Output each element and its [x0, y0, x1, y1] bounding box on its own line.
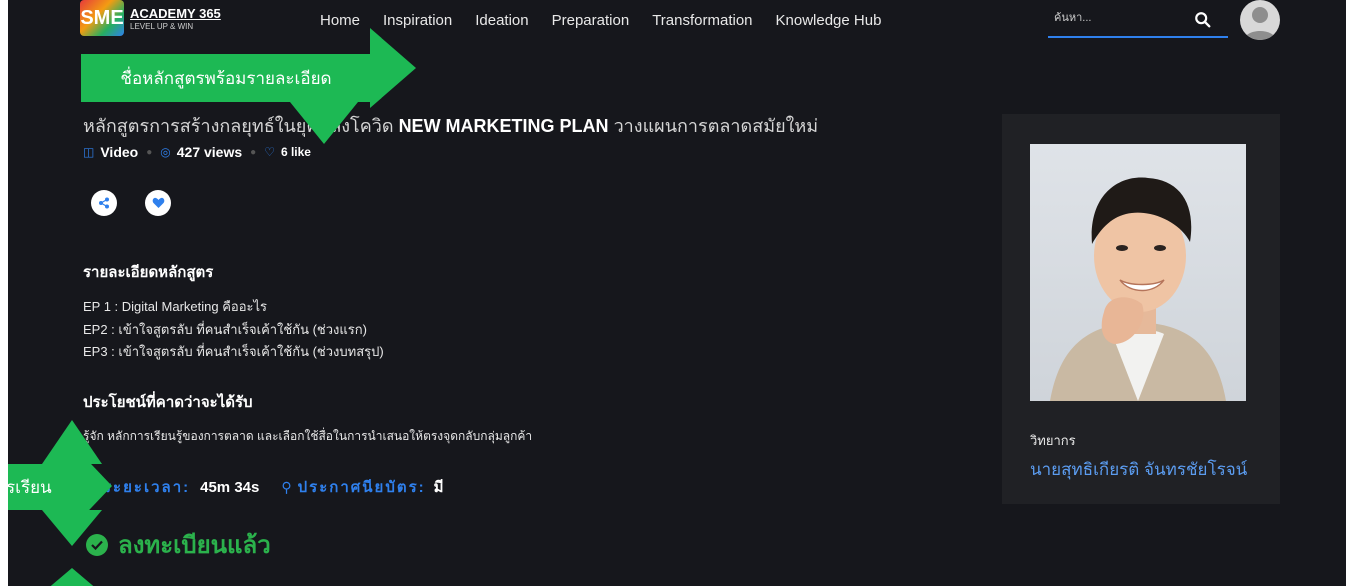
user-avatar[interactable]	[1240, 0, 1280, 40]
eye-icon: ◎	[160, 145, 171, 159]
nav-inspiration[interactable]: Inspiration	[383, 12, 452, 29]
logo[interactable]: SME ACADEMY 365 LEVEL UP & WIN	[80, 0, 240, 40]
meta-separator: ●	[146, 146, 153, 158]
episode-item: EP2 : เข้าใจสูตรลับ ที่คนสำเร็จเค้าใช้กั…	[83, 322, 367, 337]
benefit-text: รู้จัก หลักการเรียนรู้ของการตลาด และเลือ…	[83, 429, 533, 443]
duration-label: ระยะเวลา:	[103, 479, 191, 496]
view-count: 427 views	[176, 144, 243, 160]
arrow-down-icon	[42, 510, 102, 546]
nav-transformation[interactable]: Transformation	[652, 12, 752, 29]
enrolled-status: ลงทะเบียนแล้ว	[86, 525, 271, 564]
course-title-suffix: วางแผนการตลาดสมัยใหม่	[608, 116, 819, 136]
speaker-name[interactable]: นายสุทธิเกียรติ จันทรชัยโรจน์	[1030, 456, 1247, 483]
certificate-label: ประกาศนียบัตร:	[297, 479, 426, 496]
duration-value: 45m 34s	[200, 478, 260, 496]
nav-preparation[interactable]: Preparation	[552, 12, 630, 29]
meta-separator: ●	[250, 146, 257, 158]
course-stats: ระยะเวลา: 45m 34s ⚲ ประกาศนียบัตร: มี	[103, 475, 444, 499]
speaker-card: วิทยากร นายสุทธิเกียรติ จันทรชัยโรจน์	[1002, 114, 1280, 504]
main-nav: Home Inspiration Ideation Preparation Tr…	[320, 12, 904, 29]
details-heading: รายละเอียดหลักสูตร	[83, 264, 214, 281]
benefits-heading: ประโยชน์ที่คาดว่าจะได้รับ	[83, 394, 253, 411]
heart-icon	[152, 197, 164, 208]
favorite-button[interactable]	[145, 190, 171, 216]
episode-item: EP 1 : Digital Marketing คืออะไร	[83, 299, 268, 314]
arrow-down-icon	[290, 102, 358, 144]
arrow-up-icon	[46, 568, 98, 586]
callout-duration-label: รเรียน	[8, 464, 72, 510]
like-count: 6 like	[280, 145, 311, 159]
episode-item: EP3 : เข้าใจสูตรลับ ที่คนสำเร็จเค้าใช้กั…	[83, 344, 384, 359]
search-icon[interactable]	[1194, 10, 1212, 30]
heart-outline-icon: ♡	[264, 145, 275, 159]
logo-title: ACADEMY 365	[130, 6, 221, 21]
search-box	[1048, 8, 1228, 38]
speaker-photo	[1030, 144, 1246, 401]
course-title: หลักสูตรการสร้างกลยุทธ์ในยุคหลังโควิด NE…	[83, 111, 818, 140]
speaker-label: วิทยากร	[1030, 433, 1076, 448]
nav-ideation[interactable]: Ideation	[475, 12, 528, 29]
arrow-right-icon	[370, 28, 416, 108]
film-icon: ◫	[83, 145, 95, 159]
speaker-portrait	[1050, 177, 1226, 401]
search-input[interactable]	[1054, 12, 1194, 24]
page: SME ACADEMY 365 LEVEL UP & WIN Home Insp…	[8, 0, 1346, 586]
user-icon	[1244, 7, 1276, 40]
logo-mark: SME	[80, 0, 124, 36]
share-button[interactable]	[91, 190, 117, 216]
callout-course-name-label: ชื่อหลักสูตรพร้อมรายละเอียด	[81, 54, 371, 102]
course-meta: ◫ Video ● ◎ 427 views ● ♡ 6 like	[83, 144, 311, 160]
course-title-bold: NEW MARKETING PLAN	[398, 116, 609, 136]
nav-knowledge-hub[interactable]: Knowledge Hub	[776, 12, 882, 29]
course-type: Video	[100, 144, 139, 160]
certificate-value: มี	[433, 479, 444, 496]
award-icon: ⚲	[281, 478, 292, 495]
share-icon	[99, 197, 109, 209]
nav-home[interactable]: Home	[320, 12, 360, 29]
enrolled-text: ลงทะเบียนแล้ว	[118, 532, 271, 559]
logo-subtitle: LEVEL UP & WIN	[130, 22, 194, 31]
